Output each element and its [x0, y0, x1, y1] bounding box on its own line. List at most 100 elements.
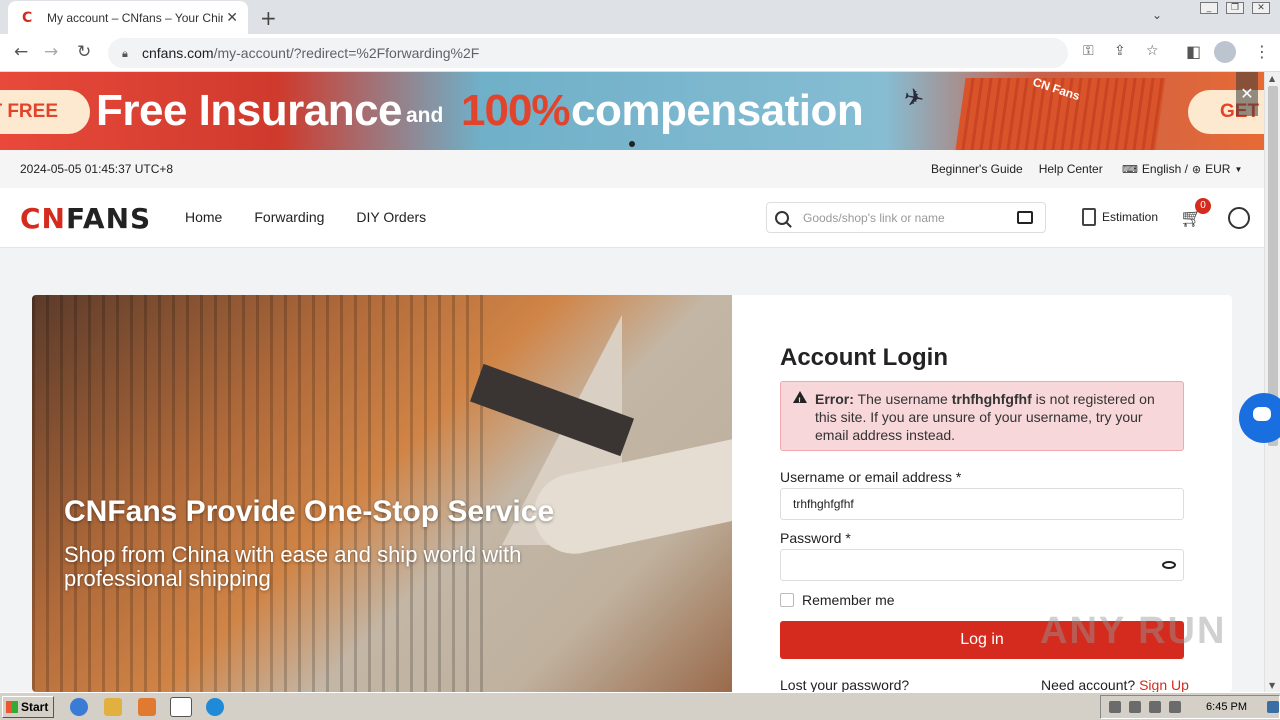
scrollbar-thumb[interactable] [1268, 86, 1278, 446]
chrome-icon[interactable] [170, 697, 192, 717]
lock-icon[interactable]: 🔒︎ [122, 47, 132, 60]
forward-icon[interactable]: → [44, 42, 58, 62]
error-label: Error: [815, 391, 854, 407]
flag-icon[interactable] [1169, 701, 1181, 713]
airplane-icon: ✈ [901, 82, 927, 114]
clock: 6:45 PM [1206, 701, 1247, 713]
ie-icon[interactable] [70, 698, 88, 716]
error-text-pre: The username [853, 391, 952, 407]
browser-tab[interactable]: C My account – CNfans – Your China Sh ✕ [8, 1, 248, 34]
windows-logo-icon [6, 701, 18, 713]
password-field[interactable] [780, 549, 1184, 581]
remember-label: Remember me [802, 592, 895, 608]
currency-label: EUR [1205, 162, 1231, 176]
chat-widget-icon[interactable] [1239, 393, 1280, 443]
beginners-guide-link[interactable]: Beginner's Guide [931, 162, 1023, 176]
volume-icon[interactable] [1129, 701, 1141, 713]
promo-banner[interactable]: T FREE Free Insurance and 100% compensat… [0, 72, 1264, 150]
browser-tab-strip: C My account – CNfans – Your China Sh ✕ … [0, 0, 1280, 34]
cart-count-badge: 0 [1195, 198, 1211, 214]
edge-icon[interactable] [206, 698, 224, 716]
share-icon[interactable]: ⇪ [1114, 43, 1126, 59]
remember-checkbox[interactable] [780, 593, 794, 607]
scroll-down-icon[interactable]: ▼ [1269, 681, 1275, 690]
estimation-label: Estimation [1102, 210, 1159, 224]
lost-password-link[interactable]: Lost your password? [780, 677, 909, 693]
containers-texture [32, 295, 492, 692]
reload-icon[interactable]: ↻ [77, 42, 91, 62]
search-icon[interactable] [775, 210, 789, 225]
language-currency-selector[interactable]: ⌨ English / ⊛ EUR ▼ [1122, 162, 1242, 176]
network-icon[interactable] [1149, 701, 1161, 713]
system-tray: 6:45 PM [1100, 695, 1280, 719]
taskbar: Start 6:45 PM [0, 692, 1280, 720]
banner-close-icon[interactable]: ✕ [1236, 72, 1258, 116]
address-bar[interactable]: 🔒︎ cnfans.com/my-account/?redirect=%2Ffo… [108, 38, 1068, 68]
show-password-icon[interactable] [1162, 561, 1176, 569]
site-search [766, 202, 1046, 233]
start-button[interactable]: Start [2, 696, 54, 718]
image-search-icon[interactable] [1017, 211, 1033, 224]
carousel-dot[interactable] [629, 141, 635, 147]
browser-menu-icon[interactable]: ⋮ [1254, 42, 1270, 61]
media-player-icon[interactable] [138, 698, 156, 716]
chevron-down-icon: ▼ [1234, 164, 1243, 174]
show-desktop-icon[interactable] [1267, 701, 1279, 713]
main-nav: Home Forwarding DIY Orders [185, 209, 426, 225]
window-close-icon[interactable]: ✕ [1252, 2, 1270, 14]
cnfans-logo[interactable]: CNFANS [20, 202, 151, 235]
banner-compensation: compensation [571, 86, 864, 135]
remember-me[interactable]: Remember me [780, 592, 895, 608]
banner-headline: Free Insurance [96, 86, 403, 135]
profile-avatar-icon[interactable] [1214, 41, 1236, 63]
hero-image: CNFans Provide One-Stop Service Shop fro… [32, 295, 732, 692]
username-field[interactable]: trhfhghfgfhf [780, 488, 1184, 520]
user-account-icon[interactable] [1228, 207, 1250, 229]
bookmark-star-icon[interactable]: ☆ [1146, 43, 1159, 59]
estimation-button[interactable]: Estimation [1082, 208, 1158, 226]
search-input[interactable] [803, 210, 1003, 225]
help-center-link[interactable]: Help Center [1039, 162, 1103, 176]
login-heading: Account Login [780, 344, 948, 371]
language-label: English / [1141, 162, 1188, 176]
warning-icon [793, 391, 807, 410]
currency-icon: ⊛ [1191, 162, 1202, 176]
anyrun-watermark: ANY RUN [1040, 610, 1227, 652]
window-controls: _ ❐ ✕ [1200, 2, 1270, 14]
tab-title: My account – CNfans – Your China Sh [47, 10, 223, 25]
side-panel-icon[interactable]: ◧ [1186, 42, 1201, 61]
cnfans-favicon-icon: C [22, 9, 33, 26]
page-scrollbar[interactable]: ▲ ▼ [1264, 72, 1280, 692]
server-datetime: 2024-05-05 01:45:37 UTC+8 [20, 162, 174, 176]
browser-toolbar: ← → ↻ 🔒︎ cnfans.com/my-account/?redirect… [0, 34, 1280, 72]
error-username: trhfhghfgfhf [951, 391, 1032, 407]
hero-subtitle: Shop from China with ease and ship world… [64, 542, 522, 591]
restore-icon[interactable]: ❐ [1226, 2, 1244, 14]
banner-and: and [406, 104, 444, 127]
close-tab-icon[interactable]: ✕ [226, 10, 238, 26]
password-label: Password * [780, 530, 851, 546]
new-tab-icon[interactable]: + [260, 6, 277, 30]
calculator-icon [1082, 208, 1096, 226]
tab-search-chevron-icon[interactable]: ⌄ [1152, 8, 1162, 22]
scroll-up-icon[interactable]: ▲ [1269, 74, 1275, 83]
error-alert: Error: The username trhfhghfgfhf is not … [780, 381, 1184, 451]
minimize-icon[interactable]: _ [1200, 2, 1218, 14]
key-icon[interactable]: ⚿ [1083, 43, 1094, 59]
banner-left-pill[interactable]: T FREE [0, 90, 90, 134]
back-icon[interactable]: ← [14, 42, 28, 62]
nav-home[interactable]: Home [185, 209, 222, 225]
need-account: Need account? Sign Up [1041, 677, 1189, 693]
tray-arrow-icon[interactable] [1109, 701, 1121, 713]
username-label: Username or email address * [780, 469, 962, 485]
url-text: cnfans.com/my-account/?redirect=%2Fforwa… [142, 45, 480, 61]
banner-percent: 100% [461, 86, 571, 135]
nav-diy-orders[interactable]: DIY Orders [356, 209, 426, 225]
info-strip: 2024-05-05 01:45:37 UTC+8 Beginner's Gui… [0, 150, 1264, 188]
explorer-icon[interactable] [104, 698, 122, 716]
translate-icon: ⌨ [1122, 162, 1138, 176]
site-header: CNFANS Home Forwarding DIY Orders Estima… [0, 188, 1264, 248]
hero-title: CNFans Provide One-Stop Service [64, 495, 555, 528]
sign-up-link[interactable]: Sign Up [1139, 677, 1189, 693]
nav-forwarding[interactable]: Forwarding [254, 209, 324, 225]
